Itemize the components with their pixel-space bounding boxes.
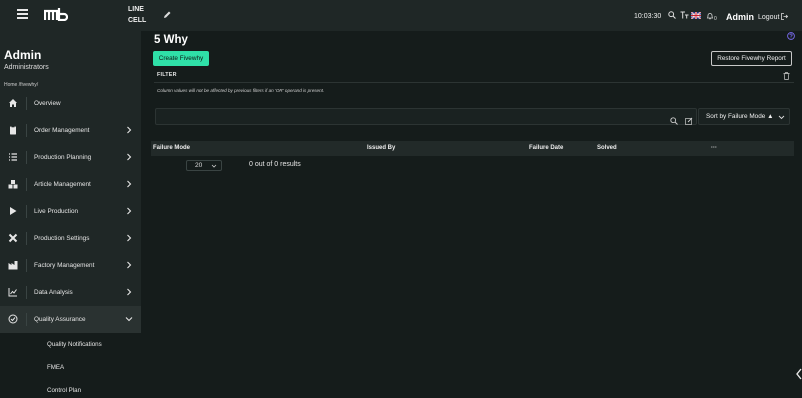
cell-label: CELL [128,17,147,24]
sidebar-item-quality-assurance[interactable]: Quality Assurance [0,306,141,333]
logout-button[interactable]: Logout [758,13,789,21]
sidebar-item-label: Live Production [34,208,79,215]
sidebar-item-label: Production Planning [34,154,92,161]
chevron-right-icon [127,126,132,134]
search-input[interactable] [155,108,697,125]
page-size-select[interactable]: 20 [186,160,222,171]
clock: 10:03:30 [634,13,662,20]
sidebar-item-live-production[interactable]: Live Production [0,198,141,225]
chevron-left-icon[interactable] [795,368,802,380]
pencil-icon[interactable] [162,10,172,20]
sidebar-subitem-quality-notifications[interactable]: Quality Notifications [47,341,102,348]
sidebar-item-label: Quality Assurance [34,316,86,323]
clipboard-icon [10,125,16,135]
chevron-down-icon [125,317,133,322]
line-cell-selector[interactable]: LINE CELL [128,4,146,26]
restore-fivewhy-report-button[interactable]: Restore Fivewhy Report [711,51,792,66]
sidebar-subitem-control-plan[interactable]: Control Plan [47,387,81,394]
chevron-right-icon [127,261,132,269]
sidebar-item-label: Factory Management [34,262,95,269]
search-actions [670,112,693,130]
main-content: 5 Why Create Fivewhy Restore Fivewhy Rep… [141,31,802,398]
chevron-right-icon [127,180,132,188]
help-icon[interactable] [787,32,795,40]
sidebar-item-order-management[interactable]: Order Management [0,117,141,144]
edit-icon[interactable] [685,117,693,125]
tools-icon [8,233,18,243]
sidebar-item-data-analysis[interactable]: Data Analysis [0,279,141,306]
sidebar-item-label: Production Settings [34,235,90,242]
sidebar-item-label: Overview [34,100,61,107]
notification-count: 0 [714,16,717,22]
sidebar-item-label: Article Management [34,181,91,188]
chevron-right-icon [127,288,132,296]
hamburger-menu-icon[interactable] [17,9,28,19]
sidebar-subitem-fmea[interactable]: FMEA [47,364,64,371]
top-bar: LINE CELL 10:03:30 0 Admin Logout [0,0,802,31]
chevron-down-icon [778,115,785,120]
sidebar-item-label: Data Analysis [34,289,73,296]
logout-label: Logout [758,14,780,21]
factory-icon [8,261,18,270]
bell-icon[interactable] [706,12,714,20]
sidebar-user-name: Admin [4,48,42,62]
results-count: 0 out of 0 results [249,161,301,168]
sort-select[interactable]: Sort by Failure Mode ▲ [698,108,790,125]
text-size-icon[interactable] [680,11,689,19]
company-logo [44,8,68,21]
chevron-right-icon [127,153,132,161]
create-fivewhy-button[interactable]: Create Fivewhy [153,51,209,66]
sidebar-submenu: Quality Notifications FMEA Control Plan [0,333,141,398]
search-icon[interactable] [670,117,678,125]
chart-icon [8,288,17,297]
chevron-down-icon [211,164,217,168]
page-size-value: 20 [195,162,203,169]
column-header-actions[interactable]: ··· [711,145,717,151]
sidebar-item-production-settings[interactable]: Production Settings [0,225,141,252]
filter-note: Column values will not be affected by pr… [157,88,325,93]
sort-select-value: Sort by Failure Mode ▲ [706,113,774,120]
sidebar-item-overview[interactable]: Overview [0,90,141,117]
sidebar-item-label: Order Management [34,127,90,134]
column-header-failure-date[interactable]: Failure Date [529,145,563,151]
filter-label: FILTER [157,72,177,78]
column-header-failure-mode[interactable]: Failure Mode [153,145,190,151]
search-icon[interactable] [668,11,676,19]
user-name[interactable]: Admin [726,12,754,22]
logout-icon [781,13,789,20]
column-header-solved[interactable]: Solved [597,145,617,151]
sidebar-item-article-management[interactable]: Article Management [0,171,141,198]
boxes-icon [8,180,18,189]
list-icon [9,153,17,161]
table-header: Failure Mode Issued By Failure Date Solv… [151,141,794,156]
home-icon [9,99,17,107]
check-circle-icon [8,314,18,324]
page-title: 5 Why [154,34,188,46]
filter-divider [154,82,794,83]
uk-flag-icon[interactable] [691,12,701,19]
chevron-right-icon [127,234,132,242]
play-icon [10,207,17,215]
line-label: LINE [128,6,144,13]
sidebar-item-production-planning[interactable]: Production Planning [0,144,141,171]
column-header-issued-by[interactable]: Issued By [367,145,395,151]
chevron-right-icon [127,207,132,215]
sidebar: Admin Administrators Home /fivewhy/ Over… [0,31,141,398]
breadcrumb: Home /fivewhy/ [4,82,39,88]
sidebar-user-role: Administrators [4,64,49,71]
sidebar-item-factory-management[interactable]: Factory Management [0,252,141,279]
trash-icon[interactable] [783,72,790,80]
